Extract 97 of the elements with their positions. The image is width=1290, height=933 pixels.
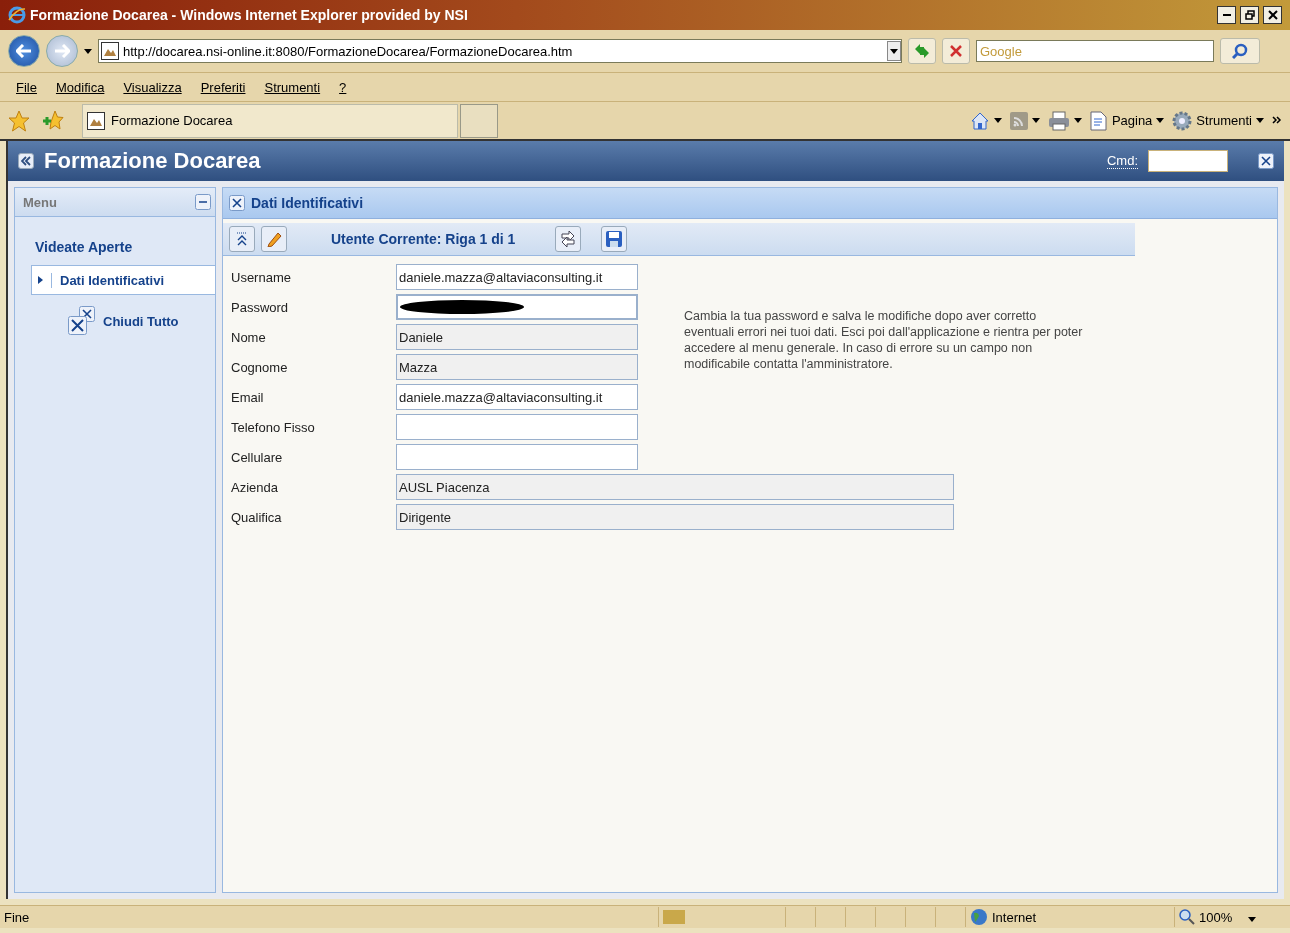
minimize-button[interactable] — [1217, 6, 1236, 24]
caret-icon[interactable] — [1073, 118, 1082, 123]
window-title: Formazione Docarea - Windows Internet Explorer provided by NSI — [30, 7, 469, 23]
text-field[interactable] — [396, 444, 638, 470]
section-title: Videate Aperte — [35, 239, 134, 255]
url-text: http://docarea.nsi-online.it:8080/FormazioneDocarea/FormazioneDocarea.htm — [123, 43, 574, 59]
address-dropdown-button[interactable] — [887, 41, 901, 61]
browser-logo-icon — [8, 6, 26, 24]
field-label: Cognome — [231, 359, 289, 375]
status-text: Fine — [0, 907, 659, 927]
printer-icon[interactable] — [1047, 110, 1070, 131]
close-icon — [1267, 10, 1278, 20]
bullet-arrow-icon — [38, 276, 43, 284]
zone-text: Internet — [992, 909, 1037, 925]
refresh-arrows-icon — [913, 43, 931, 59]
double-chevron-icon — [21, 156, 31, 166]
field-label: Password — [231, 299, 290, 315]
caret-icon[interactable] — [1248, 916, 1257, 922]
text-field[interactable]: Daniele — [396, 324, 638, 350]
page-icon — [87, 111, 105, 130]
dropdown-caret-icon[interactable] — [84, 48, 92, 54]
page-icon[interactable] — [1089, 110, 1108, 131]
stop-button[interactable] — [942, 38, 970, 64]
close-button[interactable] — [1263, 6, 1282, 24]
home-icon[interactable] — [969, 110, 990, 131]
restore-icon — [1244, 10, 1255, 20]
gear-icon[interactable] — [1172, 110, 1193, 131]
double-chevron-up-icon — [235, 232, 249, 246]
edit-button[interactable] — [261, 226, 287, 252]
text-field[interactable]: Mazza — [396, 354, 638, 380]
command-button[interactable]: Strumenti — [1172, 110, 1264, 131]
forward-arrow-icon — [54, 44, 70, 58]
app-title: Formazione Docarea — [44, 148, 262, 174]
menu-item[interactable]: ? — [339, 79, 347, 95]
sidebar-item[interactable]: Dati Identificativi — [31, 265, 215, 295]
restore-button[interactable] — [1240, 6, 1259, 24]
cmd-label: Cmd: — [1106, 153, 1138, 169]
star-icon[interactable] — [8, 109, 30, 132]
caret-icon[interactable] — [1156, 118, 1165, 123]
minimize-icon — [1222, 14, 1231, 16]
text-field[interactable] — [396, 414, 638, 440]
back-button[interactable] — [8, 35, 40, 67]
text-field[interactable]: Dirigente — [396, 504, 954, 530]
zoom-level[interactable]: 100% — [1199, 909, 1233, 925]
panel-title: Dati Identificativi — [251, 195, 364, 211]
page-icon — [101, 42, 119, 60]
menu-item[interactable]: Strumenti — [264, 79, 321, 95]
zoom-icon[interactable] — [1179, 909, 1195, 925]
instruction-text: Cambia la tua password e salva le modifiche dopo aver corretto eventuali errori nei tuoi dati. Esci poi dall'applicazione e rientra per poter accedere al menu generale. In caso di errore su un campo non modificabile contatta l'amministratore. — [684, 308, 1084, 372]
command-button[interactable] — [1009, 111, 1040, 130]
save-button[interactable] — [601, 226, 628, 252]
search-button[interactable] — [1220, 38, 1260, 64]
panel-title: Menu — [23, 194, 57, 210]
refresh-arrows-icon — [559, 230, 578, 248]
field-label: Cellulare — [231, 449, 284, 465]
menu-item[interactable]: Modifica — [55, 79, 105, 95]
add-favorite-icon[interactable] — [42, 109, 64, 132]
field-label: Azienda — [231, 479, 279, 495]
close-icon[interactable] — [229, 195, 245, 211]
text-field[interactable]: daniele.mazza@altaviaconsulting.it — [396, 264, 638, 290]
field-label: Email — [231, 389, 265, 405]
command-button[interactable] — [969, 110, 1002, 131]
chevron-icon[interactable] — [1272, 115, 1282, 126]
menu-item[interactable]: Visualizza — [123, 79, 182, 95]
collapse-button[interactable] — [18, 153, 34, 169]
field-label: Telefono Fisso — [231, 419, 316, 435]
browser-tab[interactable]: Formazione Docarea — [82, 103, 458, 138]
text-field[interactable]: daniele.mazza@altaviaconsulting.it — [396, 384, 638, 410]
record-label: Utente Corrente: Riga 1 di 1 — [331, 231, 516, 247]
close-windows-icon — [67, 305, 97, 337]
command-button[interactable] — [1047, 110, 1082, 131]
field-label: Qualifica — [231, 509, 283, 525]
password-field[interactable] — [396, 294, 638, 320]
caret-icon[interactable] — [890, 48, 898, 54]
search-icon — [1232, 43, 1248, 59]
globe-icon — [970, 908, 988, 926]
menu-item[interactable]: File — [16, 79, 37, 95]
close-icon[interactable] — [1258, 153, 1274, 169]
menu-item[interactable]: Preferiti — [200, 79, 246, 95]
refresh-button[interactable] — [555, 226, 582, 252]
cmd-field[interactable] — [1148, 150, 1228, 172]
collapse-icon[interactable] — [195, 194, 211, 210]
caret-icon[interactable] — [993, 118, 1002, 123]
field-label: Nome — [231, 329, 267, 345]
text-field[interactable]: AUSL Piacenza — [396, 474, 954, 500]
caret-icon[interactable] — [1031, 118, 1040, 123]
close-all-button[interactable]: Chiudi Tutto — [67, 305, 179, 337]
stop-x-icon — [949, 44, 963, 58]
address-field[interactable]: http://docarea.nsi-online.it:8080/FormazioneDocarea/FormazioneDocarea.htm — [98, 39, 902, 63]
search-field[interactable]: Google — [976, 40, 1214, 62]
progress-indicator — [663, 910, 685, 924]
command-button[interactable]: Pagina — [1089, 110, 1165, 131]
collapse-button[interactable] — [229, 226, 255, 252]
back-arrow-icon — [16, 44, 32, 58]
caret-icon[interactable] — [1256, 118, 1264, 123]
pencil-icon — [266, 231, 282, 247]
field-label: Username — [231, 269, 292, 285]
